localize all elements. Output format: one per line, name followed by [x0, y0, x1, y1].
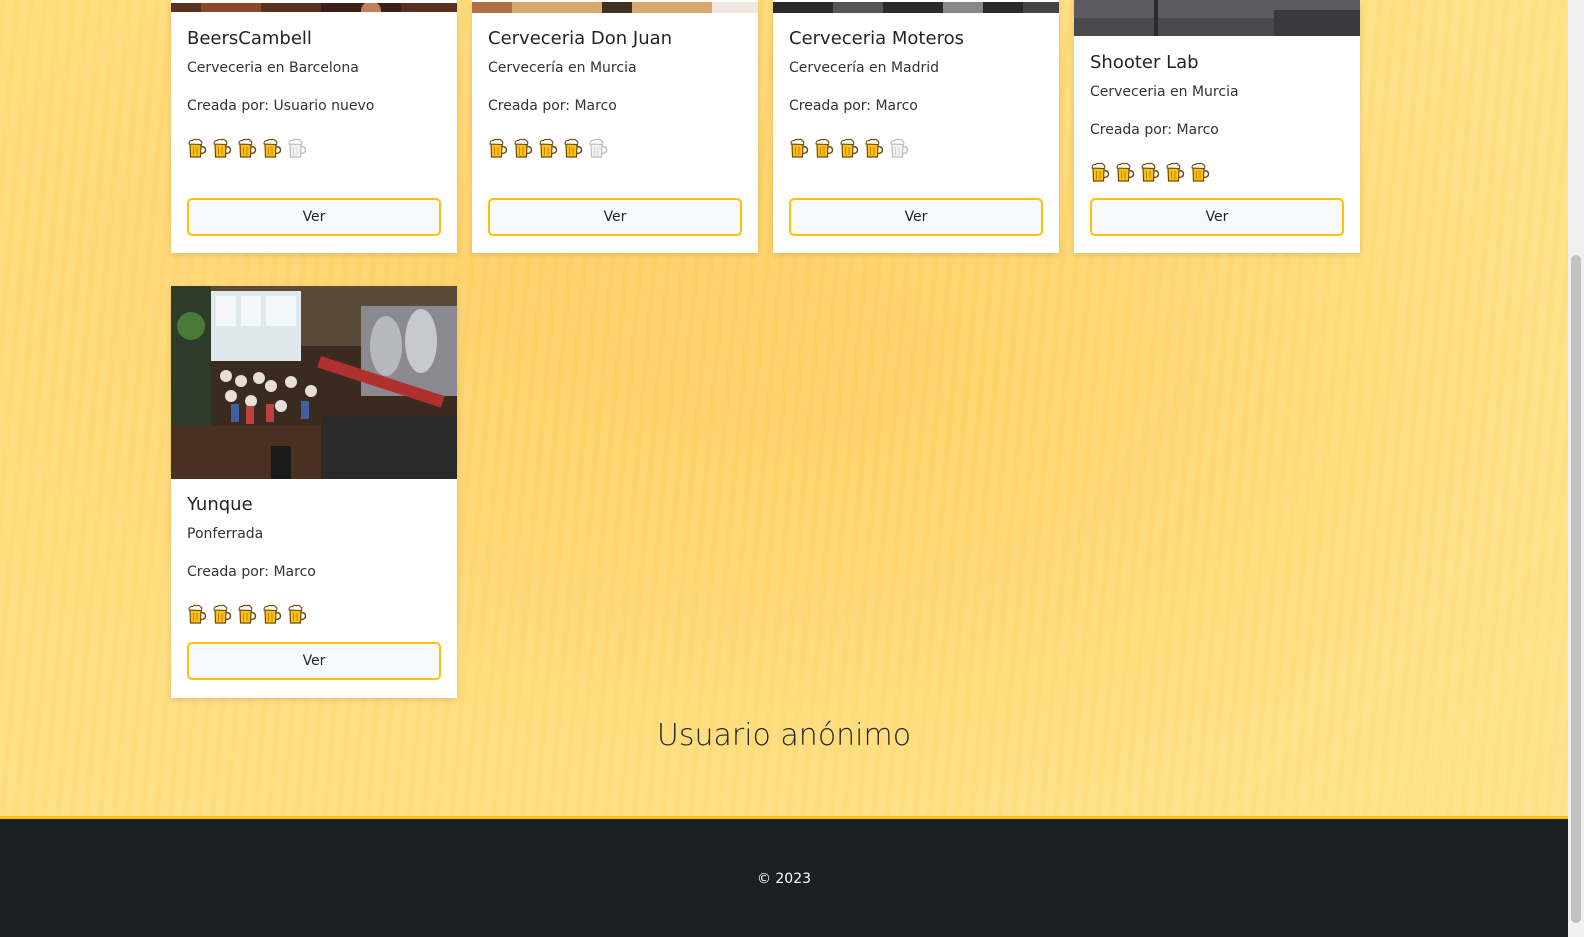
beer-mug-icon — [587, 137, 609, 159]
card-title: Cerveceria Moteros — [789, 28, 964, 49]
beer-mug-icon — [1189, 161, 1211, 183]
card-subtitle: Cervecería en Madrid — [789, 60, 940, 76]
card-creator: Creada por: Marco — [789, 98, 918, 114]
card-creator: Creada por: Marco — [1090, 122, 1219, 138]
view-button[interactable]: Ver — [187, 642, 441, 680]
card-subtitle: Ponferrada — [187, 526, 264, 542]
rating — [186, 603, 308, 625]
beer-mug-icon — [186, 137, 208, 159]
beer-mug-icon — [888, 137, 910, 159]
view-button[interactable]: Ver — [1090, 198, 1344, 236]
view-button[interactable]: Ver — [187, 198, 441, 236]
beer-mug-icon — [1139, 161, 1161, 183]
card-subtitle: Cerveceria en Murcia — [1090, 84, 1239, 100]
brewery-card: Yunque Ponferrada Creada por: Marco Ver — [171, 286, 457, 698]
beer-mug-icon — [286, 137, 308, 159]
card-title: BeersCambell — [187, 28, 312, 49]
card-title: Cerveceria Don Juan — [488, 28, 673, 49]
card-creator: Creada por: Marco — [187, 564, 316, 580]
beer-mug-icon — [261, 137, 283, 159]
brewery-card: Cerveceria Don Juan Cervecería en Murcia… — [472, 0, 758, 253]
card-image — [171, 0, 457, 12]
beer-mug-icon — [286, 603, 308, 625]
beer-mug-icon — [813, 137, 835, 159]
beer-mug-icon — [863, 137, 885, 159]
rating — [186, 137, 308, 159]
beer-mug-icon — [1089, 161, 1111, 183]
beer-mug-icon — [186, 603, 208, 625]
beer-mug-icon — [236, 137, 258, 159]
card-image — [472, 0, 758, 13]
beer-mug-icon — [236, 603, 258, 625]
beer-mug-icon — [211, 603, 233, 625]
card-image — [1074, 0, 1360, 36]
beer-mug-icon — [1114, 161, 1136, 183]
beer-mug-icon — [562, 137, 584, 159]
card-creator: Creada por: Marco — [488, 98, 617, 114]
rating — [788, 137, 910, 159]
card-image — [773, 0, 1059, 13]
beer-mug-icon — [487, 137, 509, 159]
card-subtitle: Cerveceria en Barcelona — [187, 60, 359, 76]
beer-mug-icon — [788, 137, 810, 159]
brewery-card: BeersCambell Cerveceria en Barcelona Cre… — [171, 0, 457, 253]
copyright-text: © 2023 — [756, 871, 812, 887]
beer-mug-icon — [838, 137, 860, 159]
beer-mug-icon — [211, 137, 233, 159]
rating — [487, 137, 609, 159]
card-creator: Creada por: Usuario nuevo — [187, 98, 375, 114]
section-title: Usuario anónimo — [656, 718, 912, 753]
card-title: Shooter Lab — [1090, 52, 1199, 73]
beer-mug-icon — [512, 137, 534, 159]
card-title: Yunque — [187, 494, 253, 515]
view-button[interactable]: Ver — [488, 198, 742, 236]
brewery-card: Cerveceria Moteros Cervecería en Madrid … — [773, 0, 1059, 253]
page: BeersCambell Cerveceria en Barcelona Cre… — [0, 0, 1568, 937]
vertical-scrollbar[interactable] — [1568, 0, 1584, 937]
beer-mug-icon — [1164, 161, 1186, 183]
card-subtitle: Cervecería en Murcia — [488, 60, 637, 76]
footer: © 2023 — [0, 816, 1568, 937]
view-button[interactable]: Ver — [789, 198, 1043, 236]
scrollbar-thumb[interactable] — [1571, 255, 1581, 923]
beer-mug-icon — [537, 137, 559, 159]
rating — [1089, 161, 1211, 183]
card-image — [171, 286, 457, 479]
brewery-card: Shooter Lab Cerveceria en Murcia Creada … — [1074, 0, 1360, 253]
beer-mug-icon — [261, 603, 283, 625]
